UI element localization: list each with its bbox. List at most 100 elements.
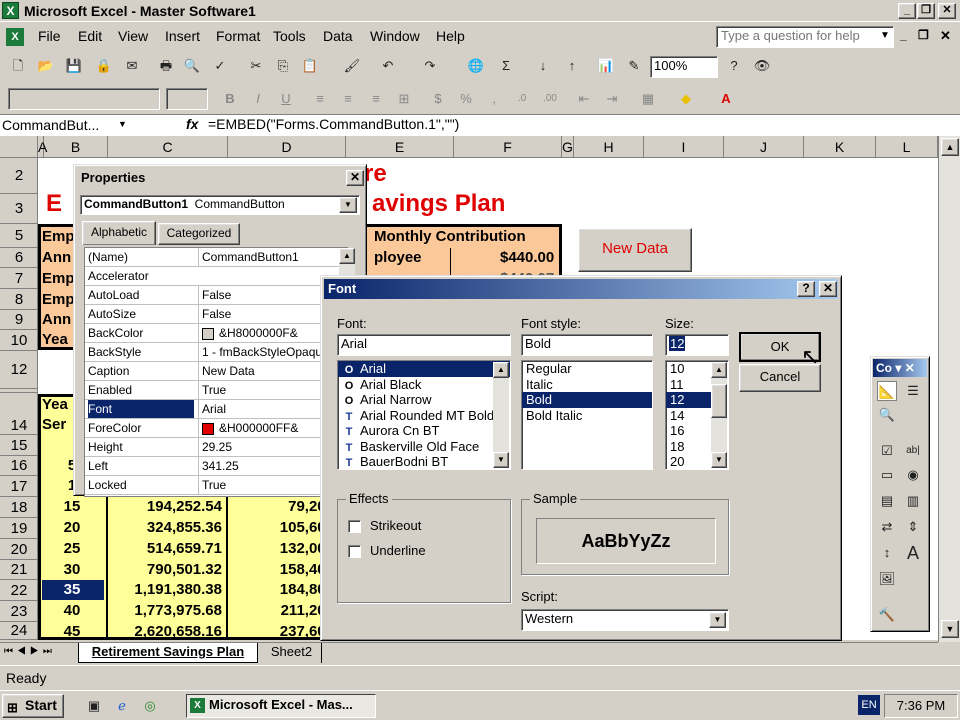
help-icon[interactable]: ? (724, 56, 744, 76)
strikeout-checkbox[interactable] (348, 520, 361, 533)
row-header[interactable]: 9 (0, 310, 38, 330)
style-list-item[interactable]: Italic (522, 377, 652, 393)
font-list-item[interactable]: O Arial Narrow (338, 392, 510, 408)
row-header[interactable]: 23 (0, 601, 38, 622)
menu-tools[interactable]: Tools (273, 28, 306, 44)
size-list-item[interactable]: 12 (666, 392, 712, 408)
property-row[interactable]: AutoSize False (85, 305, 347, 324)
restore-button[interactable]: ❐ (917, 3, 935, 19)
property-row[interactable]: AutoLoad False (85, 286, 347, 305)
style-list-item[interactable]: Regular (522, 361, 652, 377)
name-box-dropdown-icon[interactable]: ▼ (118, 119, 127, 129)
scroll-up-button[interactable]: ▲ (941, 138, 959, 156)
year-cell[interactable]: 30 (38, 561, 106, 578)
balance-cell[interactable]: 790,501.32 (147, 561, 222, 578)
menu-edit[interactable]: Edit (78, 28, 102, 44)
formula-input[interactable]: =EMBED("Forms.CommandButton.1","") (208, 116, 459, 132)
minimize-button[interactable]: _ (898, 3, 916, 19)
year-cell[interactable]: 15 (38, 498, 106, 515)
font-list-item[interactable]: O Arial Black (338, 377, 510, 393)
size-list-item[interactable]: 16 (666, 423, 712, 439)
column-header[interactable]: G (562, 136, 574, 158)
row-header[interactable]: 15 (0, 435, 38, 456)
currency-icon[interactable]: $ (428, 89, 448, 109)
property-row[interactable]: Font Arial (85, 400, 347, 419)
align-left-icon[interactable]: ≡ (310, 89, 330, 109)
style-list-item[interactable]: Bold (522, 392, 652, 408)
scroll-down-button[interactable]: ▼ (493, 452, 509, 468)
script-dropdown-icon[interactable]: ▼ (709, 612, 726, 628)
copy-icon[interactable]: ⎘ (273, 56, 293, 76)
property-row[interactable]: ForeColor &H000000FF& (85, 419, 347, 438)
year-cell[interactable]: 40 (38, 602, 106, 619)
workbook-icon[interactable]: X (6, 28, 24, 46)
property-row[interactable]: Height 29.25 (85, 438, 347, 457)
row-header[interactable]: 14 (0, 393, 38, 435)
year-cell[interactable]: 35 (38, 581, 106, 598)
font-list-item[interactable]: T BauerBodni BT (338, 454, 510, 469)
view-code-icon[interactable]: 🔍 (877, 405, 897, 425)
email-icon[interactable]: ✉ (122, 56, 142, 76)
font-dialog-close-button[interactable]: ✕ (819, 281, 837, 297)
paste-icon[interactable]: 📋 (300, 56, 320, 76)
open-icon[interactable]: 📂 (36, 56, 56, 76)
script-select[interactable]: Western (521, 609, 729, 631)
scroll-thumb[interactable] (711, 384, 727, 418)
balance-cell[interactable]: 324,855.36 (147, 519, 222, 536)
properties-close-button[interactable]: ✕ (346, 170, 364, 186)
combobox-control-icon[interactable]: ▥ (903, 491, 923, 511)
textbox-control-icon[interactable]: ab| (903, 441, 923, 461)
font-name-select[interactable] (8, 88, 160, 110)
format-painter-icon[interactable]: 🖌 (342, 56, 362, 76)
vertical-scrollbar[interactable]: ▲ ▼ (938, 136, 960, 642)
save-icon[interactable]: 💾 (64, 56, 84, 76)
label-control-icon[interactable]: A (903, 543, 923, 563)
help-search-input[interactable]: Type a question for help (716, 26, 894, 48)
property-row[interactable]: BackStyle 1 - fmBackStyleOpaque (85, 343, 347, 362)
borders-icon[interactable]: ▦ (638, 89, 658, 109)
align-center-icon[interactable]: ≡ (338, 89, 358, 109)
menu-view[interactable]: View (118, 28, 148, 44)
column-header[interactable]: F (454, 136, 562, 158)
doc-restore-button[interactable]: ❐ (918, 28, 929, 42)
column-header[interactable]: D (228, 136, 346, 158)
sheet-tab-retirement[interactable]: Retirement Savings Plan (78, 643, 258, 663)
size-list-item[interactable]: 14 (666, 408, 712, 424)
property-row[interactable]: Left 341.25 (85, 457, 347, 476)
underline-icon[interactable]: U (276, 89, 296, 109)
zoom-select[interactable]: 100% (650, 56, 718, 78)
property-row[interactable]: Accelerator (85, 267, 347, 286)
balance-cell[interactable]: 1,191,380.38 (134, 581, 222, 598)
toggle-control-icon[interactable]: ⇄ (877, 517, 897, 537)
row-header[interactable]: 21 (0, 560, 38, 580)
redo-icon[interactable]: ↷ (420, 56, 440, 76)
size-list-item[interactable]: 20 (666, 454, 712, 469)
drawing-icon[interactable]: ✎ (624, 56, 644, 76)
style-list-item[interactable]: Bold Italic (522, 408, 652, 424)
row-header[interactable]: 8 (0, 289, 38, 310)
percent-icon[interactable]: % (456, 89, 476, 109)
size-list-scrollbar[interactable]: ▲ ▼ (711, 362, 727, 468)
spelling-icon[interactable]: ✓ (210, 56, 230, 76)
menu-window[interactable]: Window (370, 28, 420, 44)
increase-decimal-icon[interactable]: .0 (512, 89, 532, 109)
hyperlink-icon[interactable]: 🌐 (466, 56, 486, 76)
underline-checkbox[interactable] (348, 545, 361, 558)
property-row[interactable]: Locked True (85, 476, 347, 495)
close-button[interactable]: ✕ (938, 3, 956, 19)
font-size-select[interactable] (166, 88, 208, 110)
align-right-icon[interactable]: ≡ (366, 89, 386, 109)
new-data-button[interactable]: New Data (578, 228, 692, 272)
size-input[interactable]: 12 (665, 334, 729, 356)
button-control-icon[interactable]: ▭ (877, 465, 897, 485)
decrease-indent-icon[interactable]: ⇤ (574, 89, 594, 109)
scroll-up-button[interactable]: ▲ (493, 362, 509, 378)
font-input[interactable]: Arial (337, 334, 511, 356)
sheet-tab-sheet2[interactable]: Sheet2 (262, 643, 322, 663)
autosum-icon[interactable]: Σ (496, 56, 516, 76)
help-dropdown-icon[interactable]: ▼ (880, 30, 890, 41)
name-box[interactable]: CommandBut... (2, 117, 130, 135)
column-header[interactable]: I (644, 136, 724, 158)
decrease-decimal-icon[interactable]: .00 (540, 89, 560, 109)
doc-minimize-button[interactable]: _ (900, 28, 907, 42)
